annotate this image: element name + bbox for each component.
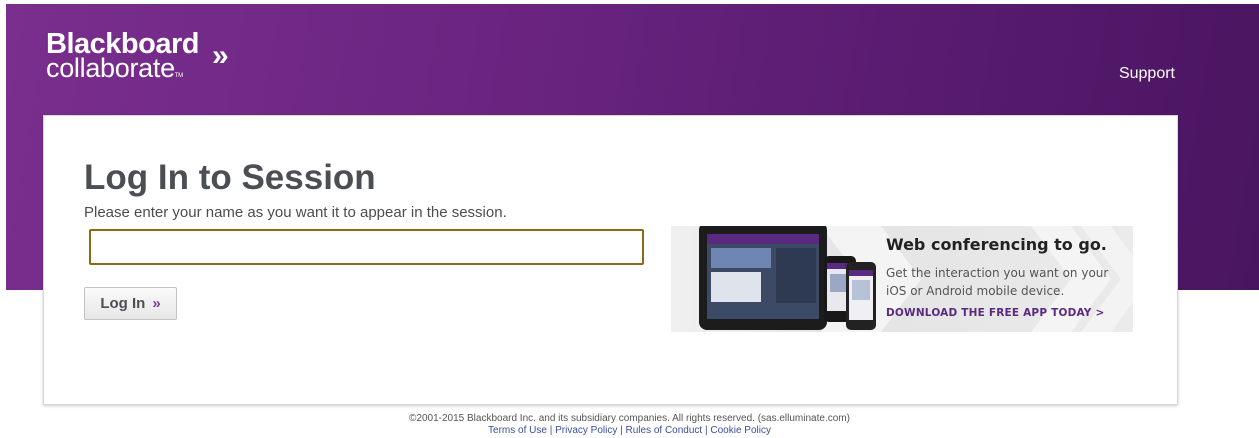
footer: ©2001-2015 Blackboard Inc. and its subsi… xyxy=(0,413,1259,437)
login-button[interactable]: Log In » xyxy=(84,287,177,320)
trademark-mark: TM xyxy=(174,73,183,79)
logo-line-2: collaborateTM xyxy=(46,53,183,83)
rules-of-conduct-link[interactable]: Rules of Conduct xyxy=(626,425,703,436)
privacy-policy-link[interactable]: Privacy Policy xyxy=(555,425,617,436)
name-instructions: Please enter your name as you want it to… xyxy=(84,204,507,221)
blackboard-collaborate-logo[interactable]: Blackboard » collaborateTM xyxy=(46,30,229,83)
promo-text: Get the interaction you want on your iOS… xyxy=(886,266,1109,298)
mobile-app-promo-banner[interactable]: Web conferencing to go. Get the interact… xyxy=(671,226,1133,332)
cookie-policy-link[interactable]: Cookie Policy xyxy=(710,425,771,436)
logo-chevron-icon: » xyxy=(212,39,229,72)
double-arrow-right-icon: » xyxy=(152,295,161,312)
link-separator: | xyxy=(546,425,556,436)
mobile-devices-image xyxy=(699,226,876,330)
page-title: Log In to Session xyxy=(84,158,376,197)
terms-of-use-link[interactable]: Terms of Use xyxy=(488,425,547,436)
footer-links: Terms of Use | Privacy Policy | Rules of… xyxy=(0,425,1259,437)
copyright-text: ©2001-2015 Blackboard Inc. and its subsi… xyxy=(409,413,850,424)
support-link[interactable]: Support xyxy=(1119,65,1175,83)
login-button-label: Log In xyxy=(100,295,146,312)
promo-title: Web conferencing to go. xyxy=(886,235,1107,254)
link-separator: | xyxy=(617,425,626,436)
name-input[interactable] xyxy=(89,229,644,265)
login-card: Log In to Session Please enter your name… xyxy=(43,115,1178,405)
download-app-link[interactable]: DOWNLOAD THE FREE APP TODAY > xyxy=(886,307,1104,319)
